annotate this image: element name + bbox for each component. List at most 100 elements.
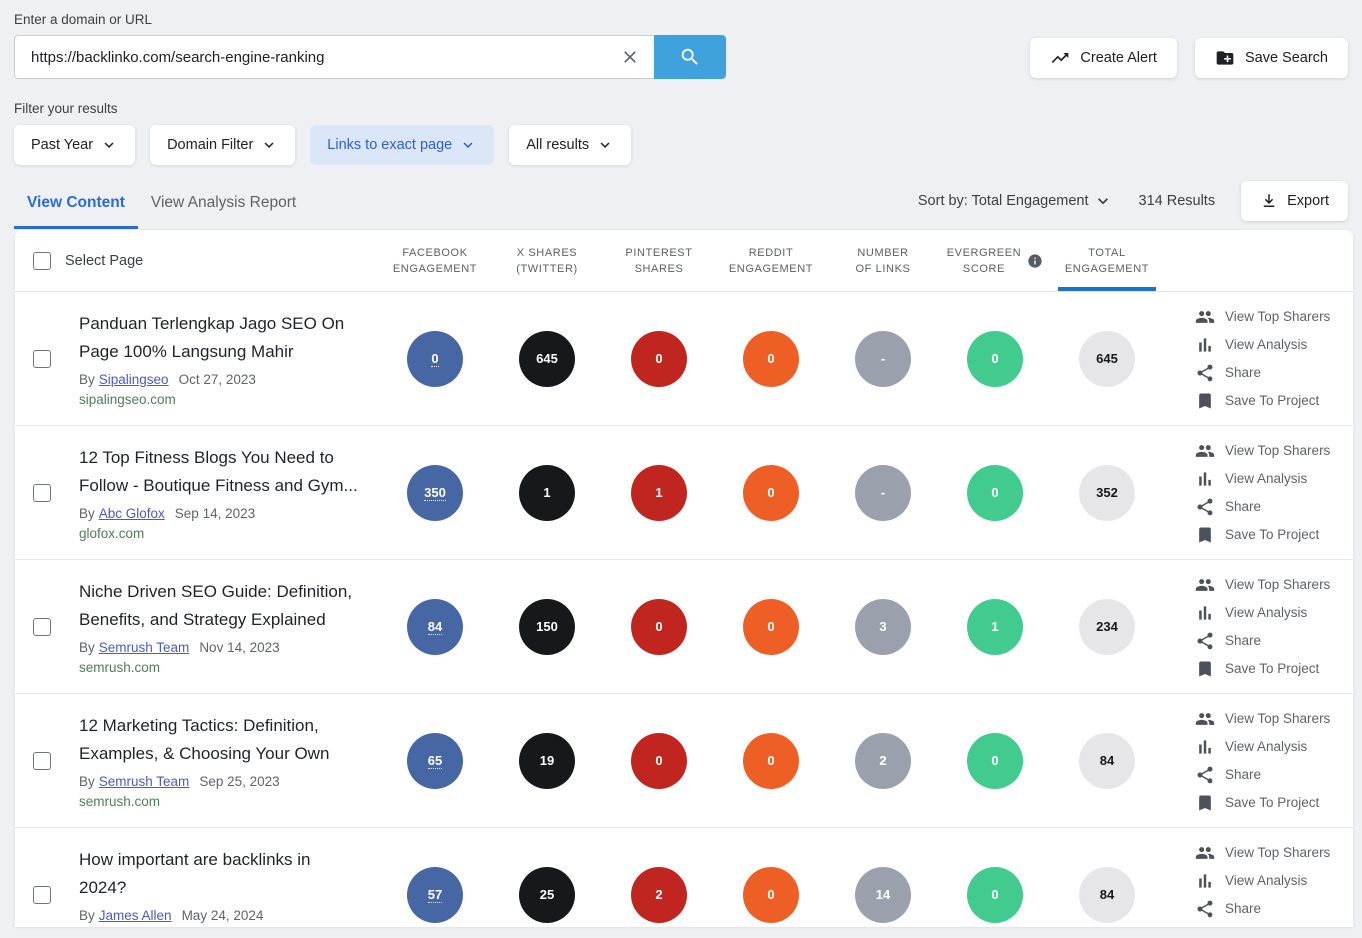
facebook-engagement-value[interactable]: 84 bbox=[407, 599, 463, 655]
author-link[interactable]: Semrush Team bbox=[99, 774, 190, 789]
col-total-engagement[interactable]: TOTALENGAGEMENT bbox=[1051, 230, 1163, 291]
tab-view-analysis-report[interactable]: View Analysis Report bbox=[138, 184, 309, 229]
view-top-sharers-link[interactable]: View Top Sharers bbox=[1195, 307, 1353, 327]
bar-chart-icon bbox=[1195, 335, 1215, 355]
create-alert-label: Create Alert bbox=[1080, 50, 1157, 66]
save-to-project-link[interactable]: Save To Project bbox=[1195, 927, 1353, 928]
share-link[interactable]: Share bbox=[1195, 631, 1353, 651]
number-of-links-value: 2 bbox=[855, 733, 911, 789]
x-shares-value: 19 bbox=[519, 733, 575, 789]
total-engagement-value: 84 bbox=[1079, 867, 1135, 923]
row-checkbox[interactable] bbox=[33, 350, 51, 368]
filter-domain[interactable]: Domain Filter bbox=[150, 125, 295, 165]
publish-date: Oct 27, 2023 bbox=[179, 372, 256, 387]
total-engagement-value: 234 bbox=[1079, 599, 1135, 655]
search-section: Enter a domain or URL Create Alert bbox=[0, 0, 1362, 165]
col-reddit-engagement: REDDITENGAGEMENT bbox=[715, 230, 827, 291]
filter-past-year[interactable]: Past Year bbox=[14, 125, 135, 165]
author-link[interactable]: Abc Glofox bbox=[99, 506, 165, 521]
article-title[interactable]: How important are backlinks in 2024? bbox=[79, 846, 361, 902]
article-title[interactable]: Panduan Terlengkap Jago SEO On Page 100%… bbox=[79, 310, 361, 366]
view-top-sharers-link[interactable]: View Top Sharers bbox=[1195, 843, 1353, 863]
view-analysis-link[interactable]: View Analysis bbox=[1195, 335, 1353, 355]
number-of-links-value: 14 bbox=[855, 867, 911, 923]
sort-by-dropdown[interactable]: Sort by: Total Engagement bbox=[918, 191, 1113, 211]
bar-chart-icon bbox=[1195, 469, 1215, 489]
bookmark-icon bbox=[1195, 927, 1215, 928]
row-checkbox[interactable] bbox=[33, 752, 51, 770]
save-search-button[interactable]: Save Search bbox=[1195, 38, 1348, 78]
clear-icon[interactable] bbox=[620, 47, 640, 67]
facebook-engagement-value[interactable]: 0 bbox=[407, 331, 463, 387]
save-to-project-link[interactable]: Save To Project bbox=[1195, 391, 1353, 411]
search-button[interactable] bbox=[654, 35, 726, 79]
view-analysis-link[interactable]: View Analysis bbox=[1195, 469, 1353, 489]
save-to-project-link[interactable]: Save To Project bbox=[1195, 659, 1353, 679]
reddit-engagement-value: 0 bbox=[743, 599, 799, 655]
author-link[interactable]: Sipalingseo bbox=[99, 372, 169, 387]
select-page-label: Select Page bbox=[65, 253, 143, 269]
view-top-sharers-link[interactable]: View Top Sharers bbox=[1195, 441, 1353, 461]
facebook-engagement-value[interactable]: 350 bbox=[407, 465, 463, 521]
author-link[interactable]: Semrush Team bbox=[99, 640, 190, 655]
chevron-down-icon bbox=[1093, 191, 1113, 211]
chevron-down-icon bbox=[596, 136, 614, 154]
tab-view-content[interactable]: View Content bbox=[14, 184, 138, 229]
facebook-engagement-value[interactable]: 65 bbox=[407, 733, 463, 789]
share-link[interactable]: Share bbox=[1195, 363, 1353, 383]
view-analysis-link[interactable]: View Analysis bbox=[1195, 871, 1353, 891]
evergreen-score-value: 0 bbox=[967, 867, 1023, 923]
share-link[interactable]: Share bbox=[1195, 765, 1353, 785]
chevron-down-icon bbox=[260, 136, 278, 154]
author-link[interactable]: James Allen bbox=[99, 908, 172, 923]
share-link[interactable]: Share bbox=[1195, 899, 1353, 919]
save-search-label: Save Search bbox=[1245, 50, 1328, 66]
bookmark-icon bbox=[1195, 659, 1215, 679]
view-analysis-link[interactable]: View Analysis bbox=[1195, 737, 1353, 757]
row-checkbox[interactable] bbox=[33, 484, 51, 502]
share-icon bbox=[1195, 765, 1215, 785]
number-of-links-value: 3 bbox=[855, 599, 911, 655]
filter-links-to-exact-page[interactable]: Links to exact page bbox=[310, 125, 494, 165]
publish-date: May 24, 2024 bbox=[182, 908, 264, 923]
facebook-engagement-value[interactable]: 57 bbox=[407, 867, 463, 923]
share-icon bbox=[1195, 497, 1215, 517]
table-header: Select Page FACEBOOKENGAGEMENT X SHARES(… bbox=[15, 230, 1353, 292]
chevron-down-icon bbox=[100, 136, 118, 154]
filter-label: Past Year bbox=[31, 137, 93, 153]
article-title[interactable]: 12 Top Fitness Blogs You Need to Follow … bbox=[79, 444, 361, 500]
reddit-engagement-value: 0 bbox=[743, 331, 799, 387]
view-analysis-link[interactable]: View Analysis bbox=[1195, 603, 1353, 623]
create-alert-button[interactable]: Create Alert bbox=[1030, 38, 1177, 78]
save-to-project-link[interactable]: Save To Project bbox=[1195, 793, 1353, 813]
row-checkbox[interactable] bbox=[33, 886, 51, 904]
tab-toolbar-row: View Content View Analysis Report Sort b… bbox=[0, 181, 1362, 229]
row-checkbox[interactable] bbox=[33, 618, 51, 636]
download-icon bbox=[1260, 192, 1278, 210]
folder-plus-icon bbox=[1215, 48, 1235, 68]
filter-label: Domain Filter bbox=[167, 137, 253, 153]
view-top-sharers-link[interactable]: View Top Sharers bbox=[1195, 575, 1353, 595]
save-to-project-link[interactable]: Save To Project bbox=[1195, 525, 1353, 545]
number-of-links-value: - bbox=[855, 331, 911, 387]
pinterest-shares-value: 0 bbox=[631, 733, 687, 789]
search-input[interactable] bbox=[14, 35, 654, 79]
publish-date: Sep 25, 2023 bbox=[199, 774, 279, 789]
export-button[interactable]: Export bbox=[1241, 181, 1348, 221]
bookmark-icon bbox=[1195, 525, 1215, 545]
article-title[interactable]: 12 Marketing Tactics: Definition, Exampl… bbox=[79, 712, 361, 768]
search-box bbox=[14, 35, 726, 79]
view-top-sharers-link[interactable]: View Top Sharers bbox=[1195, 709, 1353, 729]
by-prefix: By bbox=[79, 908, 95, 923]
select-page-checkbox[interactable] bbox=[33, 252, 51, 270]
info-icon[interactable] bbox=[1027, 253, 1043, 269]
share-link[interactable]: Share bbox=[1195, 497, 1353, 517]
share-icon bbox=[1195, 899, 1215, 919]
table-row: How important are backlinks in 2024? By J… bbox=[15, 828, 1353, 927]
article-title[interactable]: Niche Driven SEO Guide: Definition, Bene… bbox=[79, 578, 361, 634]
publish-date: Nov 14, 2023 bbox=[199, 640, 279, 655]
total-engagement-value: 84 bbox=[1079, 733, 1135, 789]
filter-all-results[interactable]: All results bbox=[509, 125, 631, 165]
share-icon bbox=[1195, 363, 1215, 383]
people-icon bbox=[1195, 709, 1215, 729]
